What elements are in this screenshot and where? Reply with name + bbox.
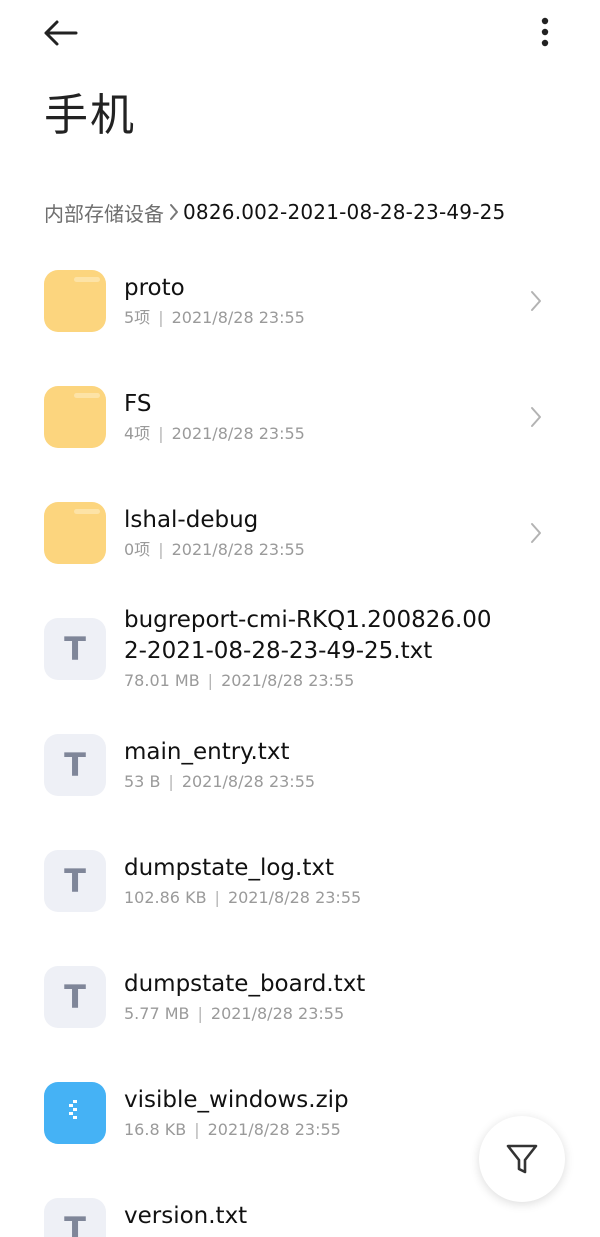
item-meta: 53 B | 2021/8/28 23:55 xyxy=(124,770,524,794)
item-date: 2021/8/28 23:55 xyxy=(221,671,355,690)
item-name: dumpstate_log.txt xyxy=(124,855,334,881)
list-item-folder[interactable]: FS 4项 | 2021/8/28 23:55 xyxy=(0,356,600,472)
item-meta: 0项 | 2021/8/28 23:55 xyxy=(124,538,524,562)
item-name: version.txt xyxy=(124,1203,248,1229)
filter-icon xyxy=(506,1144,538,1174)
chevron-right-icon xyxy=(531,407,541,427)
chevron-right-icon xyxy=(531,291,541,311)
item-size: 78.01 MB xyxy=(124,671,200,690)
list-item-file[interactable]: T bugreport-cmi-RKQ1.200826.002-2021-08-… xyxy=(0,588,600,704)
page-title: 手机 xyxy=(44,90,136,141)
item-name: main_entry.txt xyxy=(124,739,290,765)
item-date: 2021/8/28 23:55 xyxy=(227,888,362,907)
item-size: 53 B xyxy=(124,772,161,791)
item-date: 2021/8/28 23:55 xyxy=(207,1120,341,1139)
back-button[interactable] xyxy=(38,14,82,52)
arrow-left-icon xyxy=(44,20,78,46)
meta-separator: | xyxy=(158,424,164,443)
item-name: dumpstate_board.txt xyxy=(124,971,366,997)
text-file-icon: T xyxy=(44,966,106,1028)
chevron-right-icon xyxy=(531,523,541,543)
item-size: 102.86 KB xyxy=(124,888,207,907)
item-meta: 4项 | 2021/8/28 23:55 xyxy=(124,422,524,446)
item-size: 5.77 MB xyxy=(124,1004,190,1023)
item-meta: 102.86 KB | 2021/8/28 23:55 xyxy=(124,886,524,910)
list-item-file[interactable]: T dumpstate_board.txt 5.77 MB | 2021/8/28 … xyxy=(0,936,600,1052)
chevron-right-icon xyxy=(168,203,180,221)
breadcrumb: 内部存储设备 0826.002-2021-08-28-23-49-25 xyxy=(44,196,584,228)
item-name: proto xyxy=(124,275,185,301)
top-bar xyxy=(0,0,600,64)
filter-button[interactable] xyxy=(479,1116,565,1202)
more-options-button[interactable] xyxy=(527,12,563,52)
list-item-folder[interactable]: lshal-debug 0项 | 2021/8/28 23:55 xyxy=(0,472,600,588)
item-meta: 16.8 KB | 2021/8/28 23:55 xyxy=(124,1118,524,1142)
item-name: bugreport-cmi-RKQ1.200826.002-2021-08-28… xyxy=(124,607,492,664)
item-size: 4项 xyxy=(124,424,151,443)
meta-separator: | xyxy=(214,888,220,907)
meta-separator: | xyxy=(197,1004,203,1023)
more-vertical-icon xyxy=(541,17,549,47)
text-file-icon: T xyxy=(44,734,106,796)
item-date: 2021/8/28 23:55 xyxy=(210,1004,345,1023)
item-meta: 5.77 MB | 2021/8/28 23:55 xyxy=(124,1002,524,1026)
folder-icon xyxy=(44,386,106,448)
list-item-folder[interactable]: proto 5项 | 2021/8/28 23:55 xyxy=(0,240,600,356)
item-meta: 5项 | 2021/8/28 23:55 xyxy=(124,306,524,330)
list-item-file[interactable]: T dumpstate_log.txt 102.86 KB | 2021/8/28 … xyxy=(0,820,600,936)
item-size: 0项 xyxy=(124,540,151,559)
item-date: 2021/8/28 23:55 xyxy=(181,772,316,791)
item-meta: 78.01 MB | 2021/8/28 23:55 xyxy=(124,669,504,693)
list-item-file[interactable]: T main_entry.txt 53 B | 2021/8/28 23:55 xyxy=(0,704,600,820)
item-name: visible_windows.zip xyxy=(124,1087,349,1113)
item-name: lshal-debug xyxy=(124,507,259,533)
file-list: proto 5项 | 2021/8/28 23:55 FS 4项 | 2021/8/28… xyxy=(0,240,600,1237)
text-file-icon: T xyxy=(44,1198,106,1237)
text-file-icon: T xyxy=(44,850,106,912)
meta-separator: | xyxy=(158,308,164,327)
item-date: 2021/8/28 23:55 xyxy=(171,308,305,327)
item-date: 2021/8/28 23:55 xyxy=(171,424,305,443)
item-size: 16.8 KB xyxy=(124,1120,187,1139)
meta-separator: | xyxy=(194,1120,200,1139)
folder-icon xyxy=(44,270,106,332)
item-size: 5项 xyxy=(124,308,151,327)
folder-icon xyxy=(44,502,106,564)
text-file-icon: T xyxy=(44,618,106,680)
meta-separator: | xyxy=(168,772,174,791)
meta-separator: | xyxy=(207,671,214,690)
breadcrumb-current: 0826.002-2021-08-28-23-49-25 xyxy=(183,200,506,224)
item-name: FS xyxy=(124,391,152,417)
zip-file-icon xyxy=(44,1082,106,1144)
breadcrumb-root[interactable]: 内部存储设备 xyxy=(44,198,164,227)
meta-separator: | xyxy=(158,540,164,559)
item-date: 2021/8/28 23:55 xyxy=(171,540,305,559)
file-manager-screen: 手机 内部存储设备 0826.002-2021-08-28-23-49-25 p… xyxy=(0,0,600,1237)
